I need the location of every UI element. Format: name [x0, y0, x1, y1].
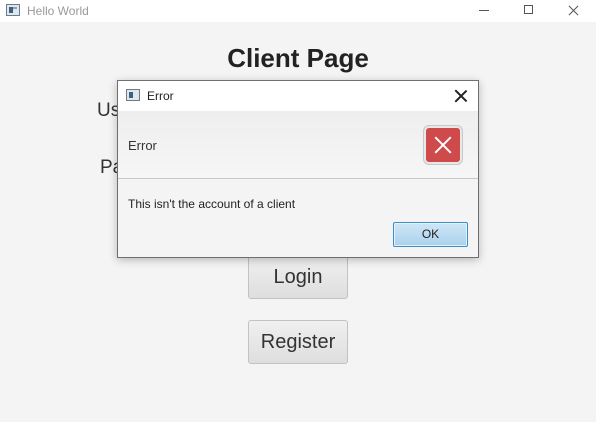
- close-icon[interactable]: [551, 0, 596, 22]
- page-title: Client Page: [227, 43, 369, 73]
- dialog-titlebar[interactable]: Error: [118, 81, 478, 111]
- error-dialog: Error Error This isn't the account of a …: [117, 80, 479, 258]
- dialog-window-icon: [126, 89, 140, 101]
- dialog-header-text: Error: [128, 138, 157, 153]
- dialog-close-icon[interactable]: [452, 87, 470, 105]
- app-window-icon: [6, 4, 20, 16]
- minimize-icon[interactable]: [461, 0, 507, 22]
- window-title: Hello World: [27, 4, 89, 18]
- register-button[interactable]: Register: [248, 320, 348, 364]
- maximize-icon[interactable]: [506, 0, 552, 22]
- dialog-message: This isn't the account of a client: [128, 197, 296, 211]
- dialog-header: Error: [118, 111, 478, 179]
- window-titlebar[interactable]: Hello World: [0, 0, 596, 22]
- dialog-title: Error: [147, 89, 174, 103]
- ok-button[interactable]: OK: [393, 222, 468, 247]
- login-button[interactable]: Login: [248, 256, 348, 299]
- error-x-icon: [424, 126, 462, 164]
